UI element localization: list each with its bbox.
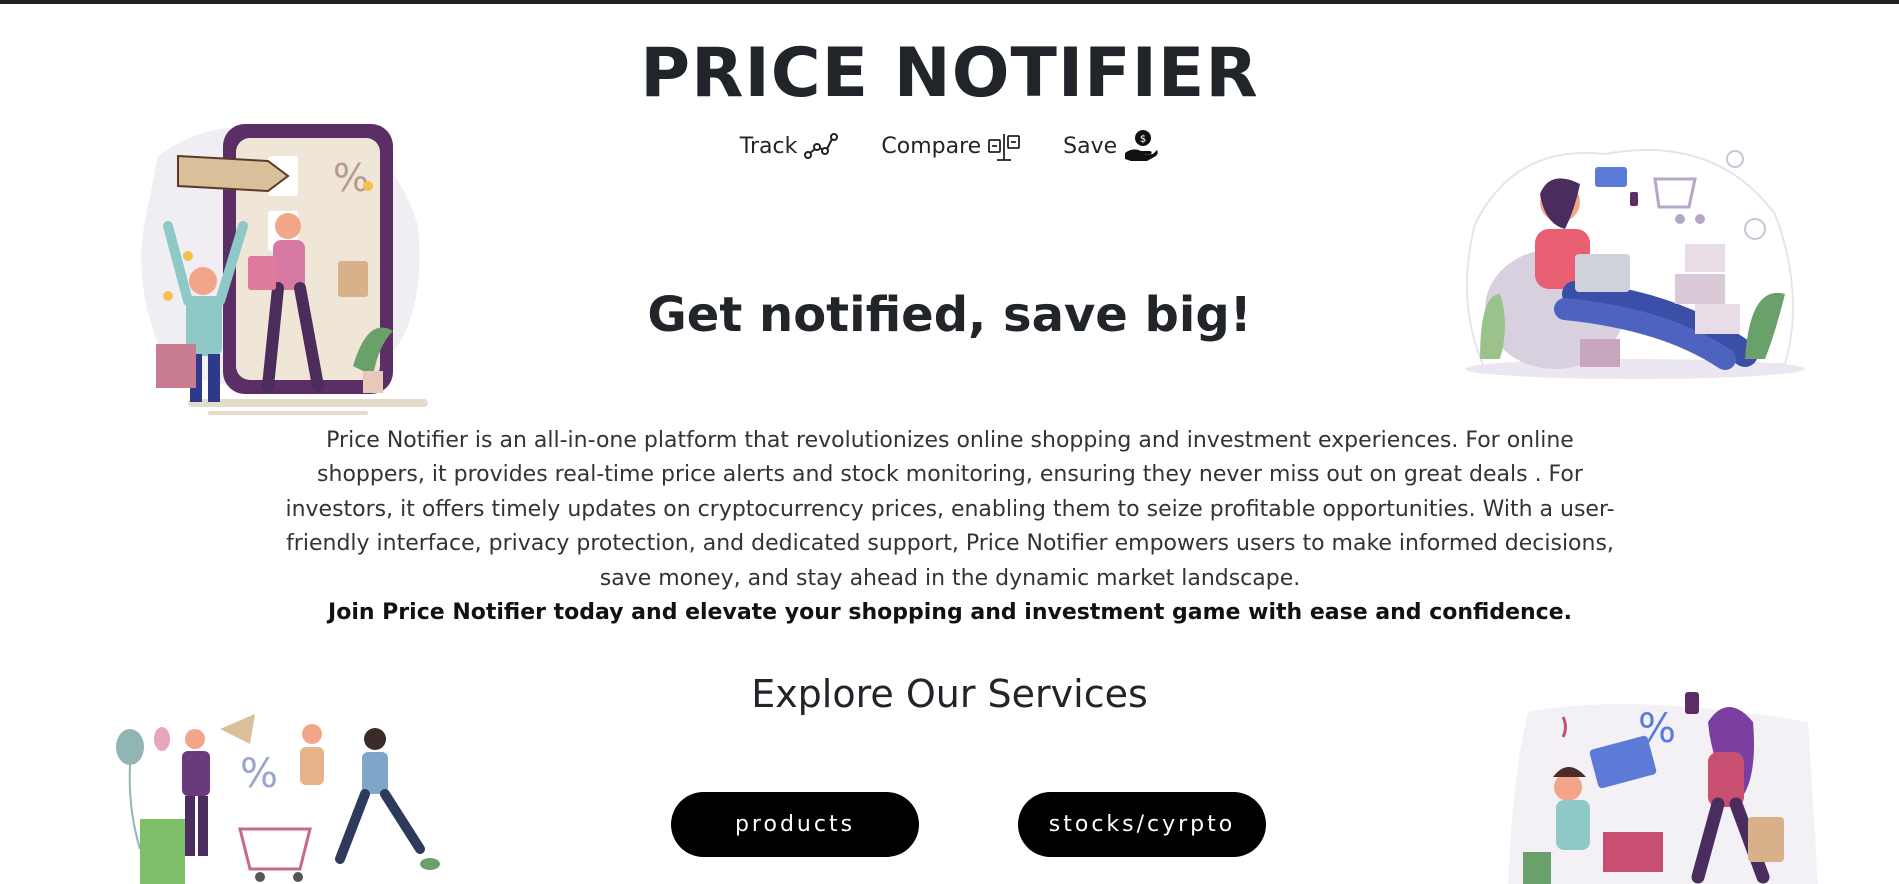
- tagline-save-label: Save: [1063, 133, 1118, 159]
- site-title: PRICE NOTIFIER: [640, 34, 1259, 113]
- compare-tags-icon: [988, 134, 1021, 161]
- woman-laptop-illustration: [1465, 149, 1805, 379]
- percent-sign-left: %: [240, 751, 278, 797]
- hero-heading: Get notified, save big!: [647, 287, 1252, 343]
- tagline-track: Track: [740, 129, 840, 163]
- tagline-save: Save $: [1063, 129, 1159, 163]
- hand-coin-icon: $: [1125, 130, 1158, 161]
- celebrating-shoppers-illustration: %: [116, 714, 440, 884]
- chart-dots-icon: [804, 133, 839, 159]
- about-paragraph: Price Notifier is an all-in-one platform…: [270, 424, 1630, 630]
- stocks-crypto-button[interactable]: stocks/cyrpto: [1018, 792, 1266, 857]
- tagline-track-label: Track: [739, 133, 798, 159]
- tagline-compare: Compare: [881, 129, 1021, 163]
- tagline-compare-label: Compare: [881, 133, 982, 159]
- percent-sign: %: [333, 156, 369, 200]
- svg-text:$: $: [1140, 134, 1146, 145]
- products-button[interactable]: products: [671, 792, 919, 857]
- about-cta: Join Price Notifier today and elevate yo…: [328, 600, 1572, 626]
- shopping-couple-illustration: %: [141, 124, 428, 415]
- about-text: Price Notifier is an all-in-one platform…: [285, 428, 1615, 591]
- friends-shopping-illustration: %: [1508, 692, 1818, 884]
